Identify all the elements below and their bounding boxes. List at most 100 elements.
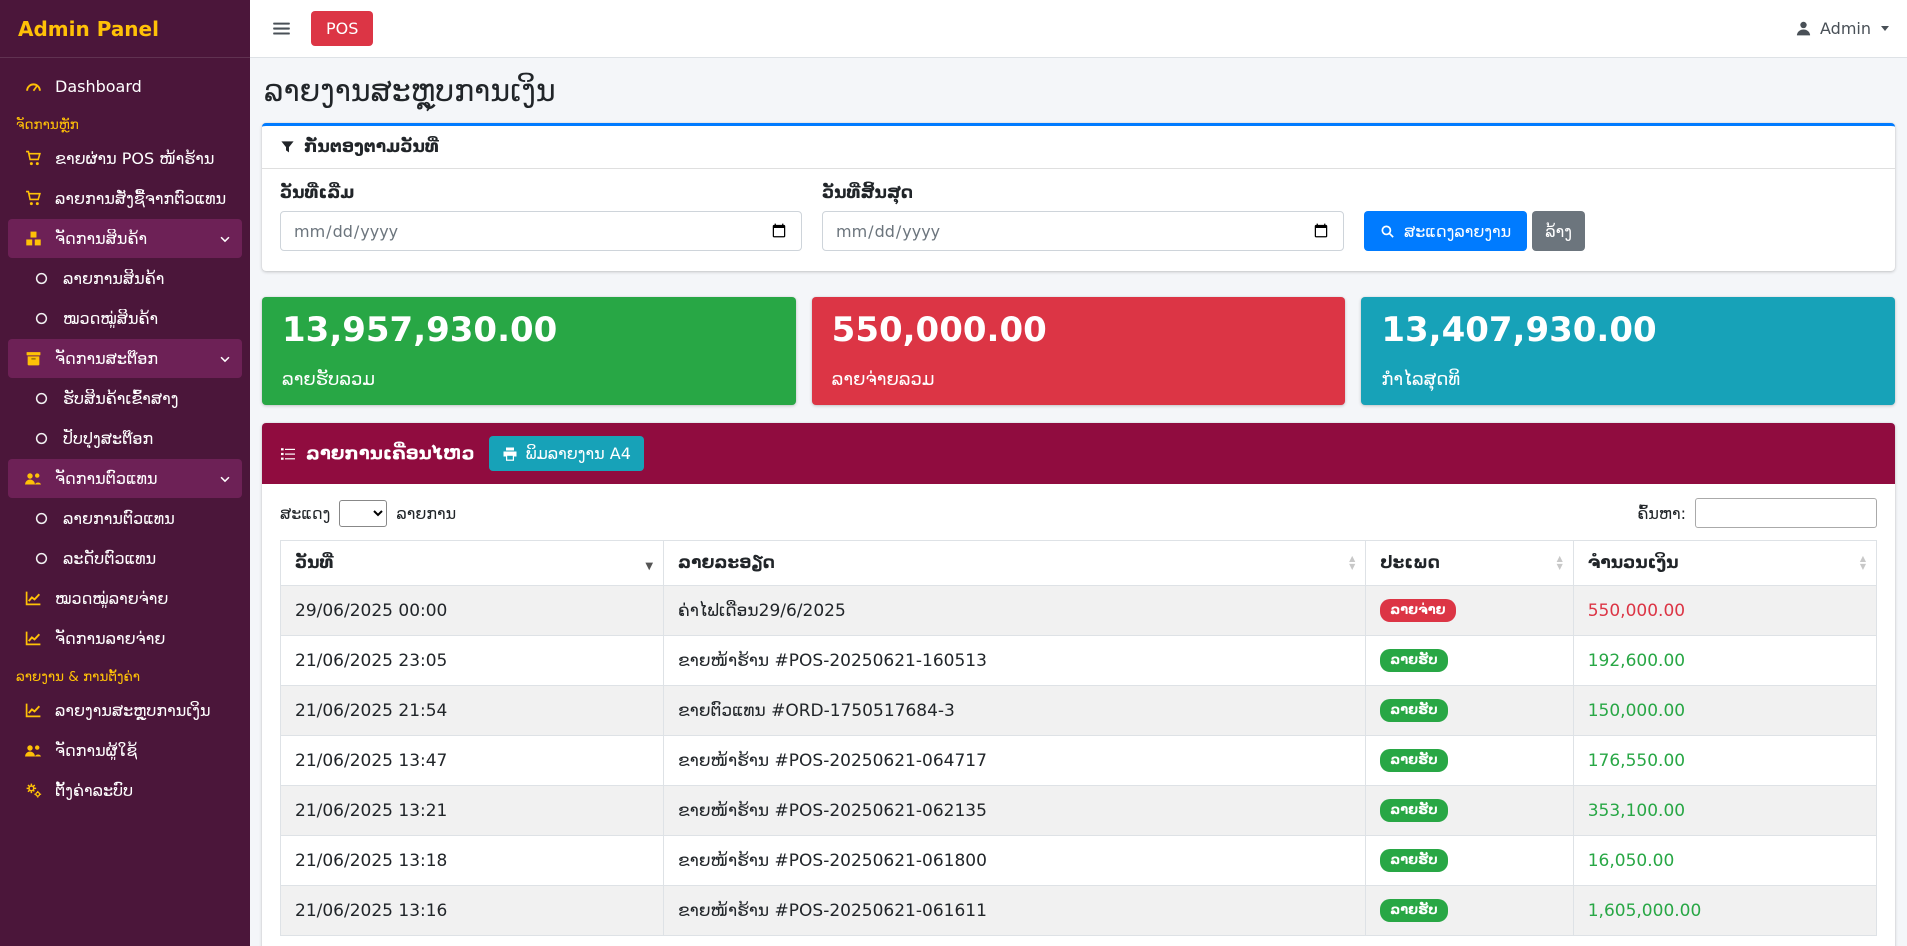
table-card-body: ສະແດງ ລາຍການ ຄົ້ນຫາ: [262,484,1895,946]
user-menu[interactable]: Admin [1795,19,1889,38]
type-badge: ລາຍຮັບ [1380,799,1447,822]
print-report-button[interactable]: ພິມລາຍງານ A4 [489,436,644,471]
cell-type: ລາຍຮັບ [1366,636,1573,686]
circle-icon [28,511,54,526]
sidebar-item[interactable]: ໝວດໝູ່ສິນຄ້າ [8,299,242,338]
circle-icon [28,551,54,566]
sidebar-item[interactable]: ປັບປຸງສະຕ໊ອກ [8,419,242,458]
sidebar-item[interactable]: ຮັບສິນຄ້າເຂົ້າສາງ [8,379,242,418]
cell-amount: 550,000.00 [1573,586,1876,636]
cell-type: ລາຍຮັບ [1366,736,1573,786]
cell-type: ລາຍຮັບ [1366,886,1573,936]
cell-amount: 192,600.00 [1573,636,1876,686]
table-row: 29/06/2025 00:00ຄ່າໄຟເດືອນ29/6/2025ລາຍຈ່… [281,586,1877,636]
sidebar-item-label: ລະດັບຕົວແທນ [63,549,156,568]
type-badge: ລາຍຮັບ [1380,849,1447,872]
end-date-label: ວັນທີ່ສິ້ນສຸດ [822,183,1344,203]
pos-button[interactable]: POS [311,11,373,46]
circle-icon [28,431,54,446]
boxes-icon [20,230,46,247]
sidebar-item[interactable]: ລະດັບຕົວແທນ [8,539,242,578]
cell-amount: 353,100.00 [1573,786,1876,836]
stat-value: 13,957,930.00 [282,312,776,349]
sidebar-item-label: ຈັດການສິນຄ້າ [55,229,147,248]
page-length-control: ສະແດງ ລາຍການ [280,500,456,527]
sidebar-item[interactable]: ລາຍການສັ່ງຊື້ຈາກຕົວແທນ [8,179,242,218]
cell-date: 21/06/2025 23:05 [281,636,664,686]
stat-card-net-profit: 13,407,930.00ກຳໄລສຸດທິ [1361,297,1895,405]
start-date-label: ວັນທີ່ເລີ່ມ [280,183,802,203]
cell-type: ລາຍຮັບ [1366,686,1573,736]
end-date-input[interactable] [822,211,1344,251]
cell-detail: ຂາຍໜ້າຮ້ານ #POS-20250621-061800 [664,836,1366,886]
sidebar-item-label: ຕັ້ງຄ່າລະບົບ [55,781,133,800]
chart-icon [20,702,46,719]
box-icon [20,350,46,367]
content: ລາຍງານສະຫຼຸບການເງິນ ກັ່ນຕອງຕາມວັນທີ່ ວັນ… [250,58,1907,946]
stat-label: ລາຍຮັບລວມ [282,369,776,390]
column-header-date[interactable]: ວັນທີ່ ▲▼ [281,541,664,586]
sidebar-item[interactable]: ຈັດການສະຕ໊ອກ [8,339,242,378]
sidebar-item-label: ລາຍການສັ່ງຊື້ຈາກຕົວແທນ [55,189,226,208]
brand[interactable]: Admin Panel [0,0,250,58]
stats-row: 13,957,930.00ລາຍຮັບລວມ550,000.00ລາຍຈ່າຍລ… [262,297,1895,405]
sidebar-item[interactable]: Dashboard [8,67,242,106]
sidebar-item-label: Dashboard [55,77,142,96]
filter-actions: ສະແດງລາຍງານ ລ້າງ [1364,211,1585,251]
menu-toggle-button[interactable] [268,15,295,42]
filter-icon [280,140,295,155]
cell-type: ລາຍຮັບ [1366,836,1573,886]
table-row: 21/06/2025 13:16ຂາຍໜ້າຮ້ານ #POS-20250621… [281,886,1877,936]
stat-card-total-income: 13,957,930.00 ລາຍຮັບລວມ [262,297,796,405]
cart-icon [20,150,46,167]
show-report-button[interactable]: ສະແດງລາຍງານ [1364,211,1527,251]
table-search-control: ຄົ້ນຫາ: [1637,498,1877,528]
topbar: POS Admin [250,0,1907,58]
chart-icon [20,590,46,607]
sidebar-item-label: ຈັດການລາຍຈ່າຍ [55,629,165,648]
sidebar-item[interactable]: ຈັດການສິນຄ້າ [8,219,242,258]
hamburger-icon [272,19,291,38]
start-date-group: ວັນທີ່ເລີ່ມ [280,183,802,251]
filter-card-body: ວັນທີ່ເລີ່ມ ວັນທີ່ສິ້ນສຸດ ສະແດງລາຍງານ [262,169,1895,271]
printer-icon [502,446,518,462]
cell-amount: 176,550.00 [1573,736,1876,786]
chart-icon [20,630,46,647]
filter-title: ກັ່ນຕອງຕາມວັນທີ່ [304,137,439,157]
sidebar-item[interactable]: ລາຍການສິນຄ້າ [8,259,242,298]
users-icon [20,471,46,487]
table-search-input[interactable] [1695,498,1877,528]
sidebar-item[interactable]: ຈັດການຕົວແທນ [8,459,242,498]
sidebar-item-label: ປັບປຸງສະຕ໊ອກ [63,429,153,448]
sidebar-item[interactable]: ລາຍງານສະຫຼຸບການເງິນ [8,691,242,730]
main-column: POS Admin ລາຍງານສະຫຼຸບການເງິນ ກັ່ນຕອງຕາມ… [250,0,1907,946]
table-row: 21/06/2025 13:18ຂາຍໜ້າຮ້ານ #POS-20250621… [281,836,1877,886]
sidebar-item[interactable]: ໝວດໝູ່ລາຍຈ່າຍ [8,579,242,618]
cell-date: 21/06/2025 13:47 [281,736,664,786]
type-badge: ລາຍຮັບ [1380,699,1447,722]
circle-icon [28,271,54,286]
cell-date: 21/06/2025 21:54 [281,686,664,736]
clear-button[interactable]: ລ້າງ [1532,211,1585,251]
type-badge: ລາຍຮັບ [1380,649,1447,672]
cell-date: 21/06/2025 13:21 [281,786,664,836]
cell-detail: ຂາຍໜ້າຮ້ານ #POS-20250621-061611 [664,886,1366,936]
page-length-select[interactable] [339,500,387,527]
cell-type: ລາຍຈ່າຍ [1366,586,1573,636]
cell-detail: ຂາຍໜ້າຮ້ານ #POS-20250621-062135 [664,786,1366,836]
column-header-detail[interactable]: ລາຍລະອຽດ ▲▼ [664,541,1366,586]
show-label: ສະແດງ [280,504,330,523]
sidebar-item[interactable]: ຂາຍຜ່ານ POS ໜ້າຮ້ານ [8,139,242,178]
sidebar-item[interactable]: ລາຍການຕົວແທນ [8,499,242,538]
column-header-amount[interactable]: ຈຳນວນເງິນ ▲▼ [1573,541,1876,586]
dashboard-icon [20,78,46,95]
start-date-input[interactable] [280,211,802,251]
sidebar-item[interactable]: ຕັ້ງຄ່າລະບົບ [8,771,242,810]
sidebar-item-label: ຂາຍຜ່ານ POS ໜ້າຮ້ານ [55,149,214,168]
sort-icon: ▲▼ [1557,555,1563,571]
column-header-type[interactable]: ປະເພດ ▲▼ [1366,541,1573,586]
sidebar-item[interactable]: ຈັດການຜູ້ໃຊ້ [8,731,242,770]
sidebar-item[interactable]: ຈັດການລາຍຈ່າຍ [8,619,242,658]
cell-type: ລາຍຮັບ [1366,786,1573,836]
sort-icon: ▲▼ [1860,555,1866,571]
